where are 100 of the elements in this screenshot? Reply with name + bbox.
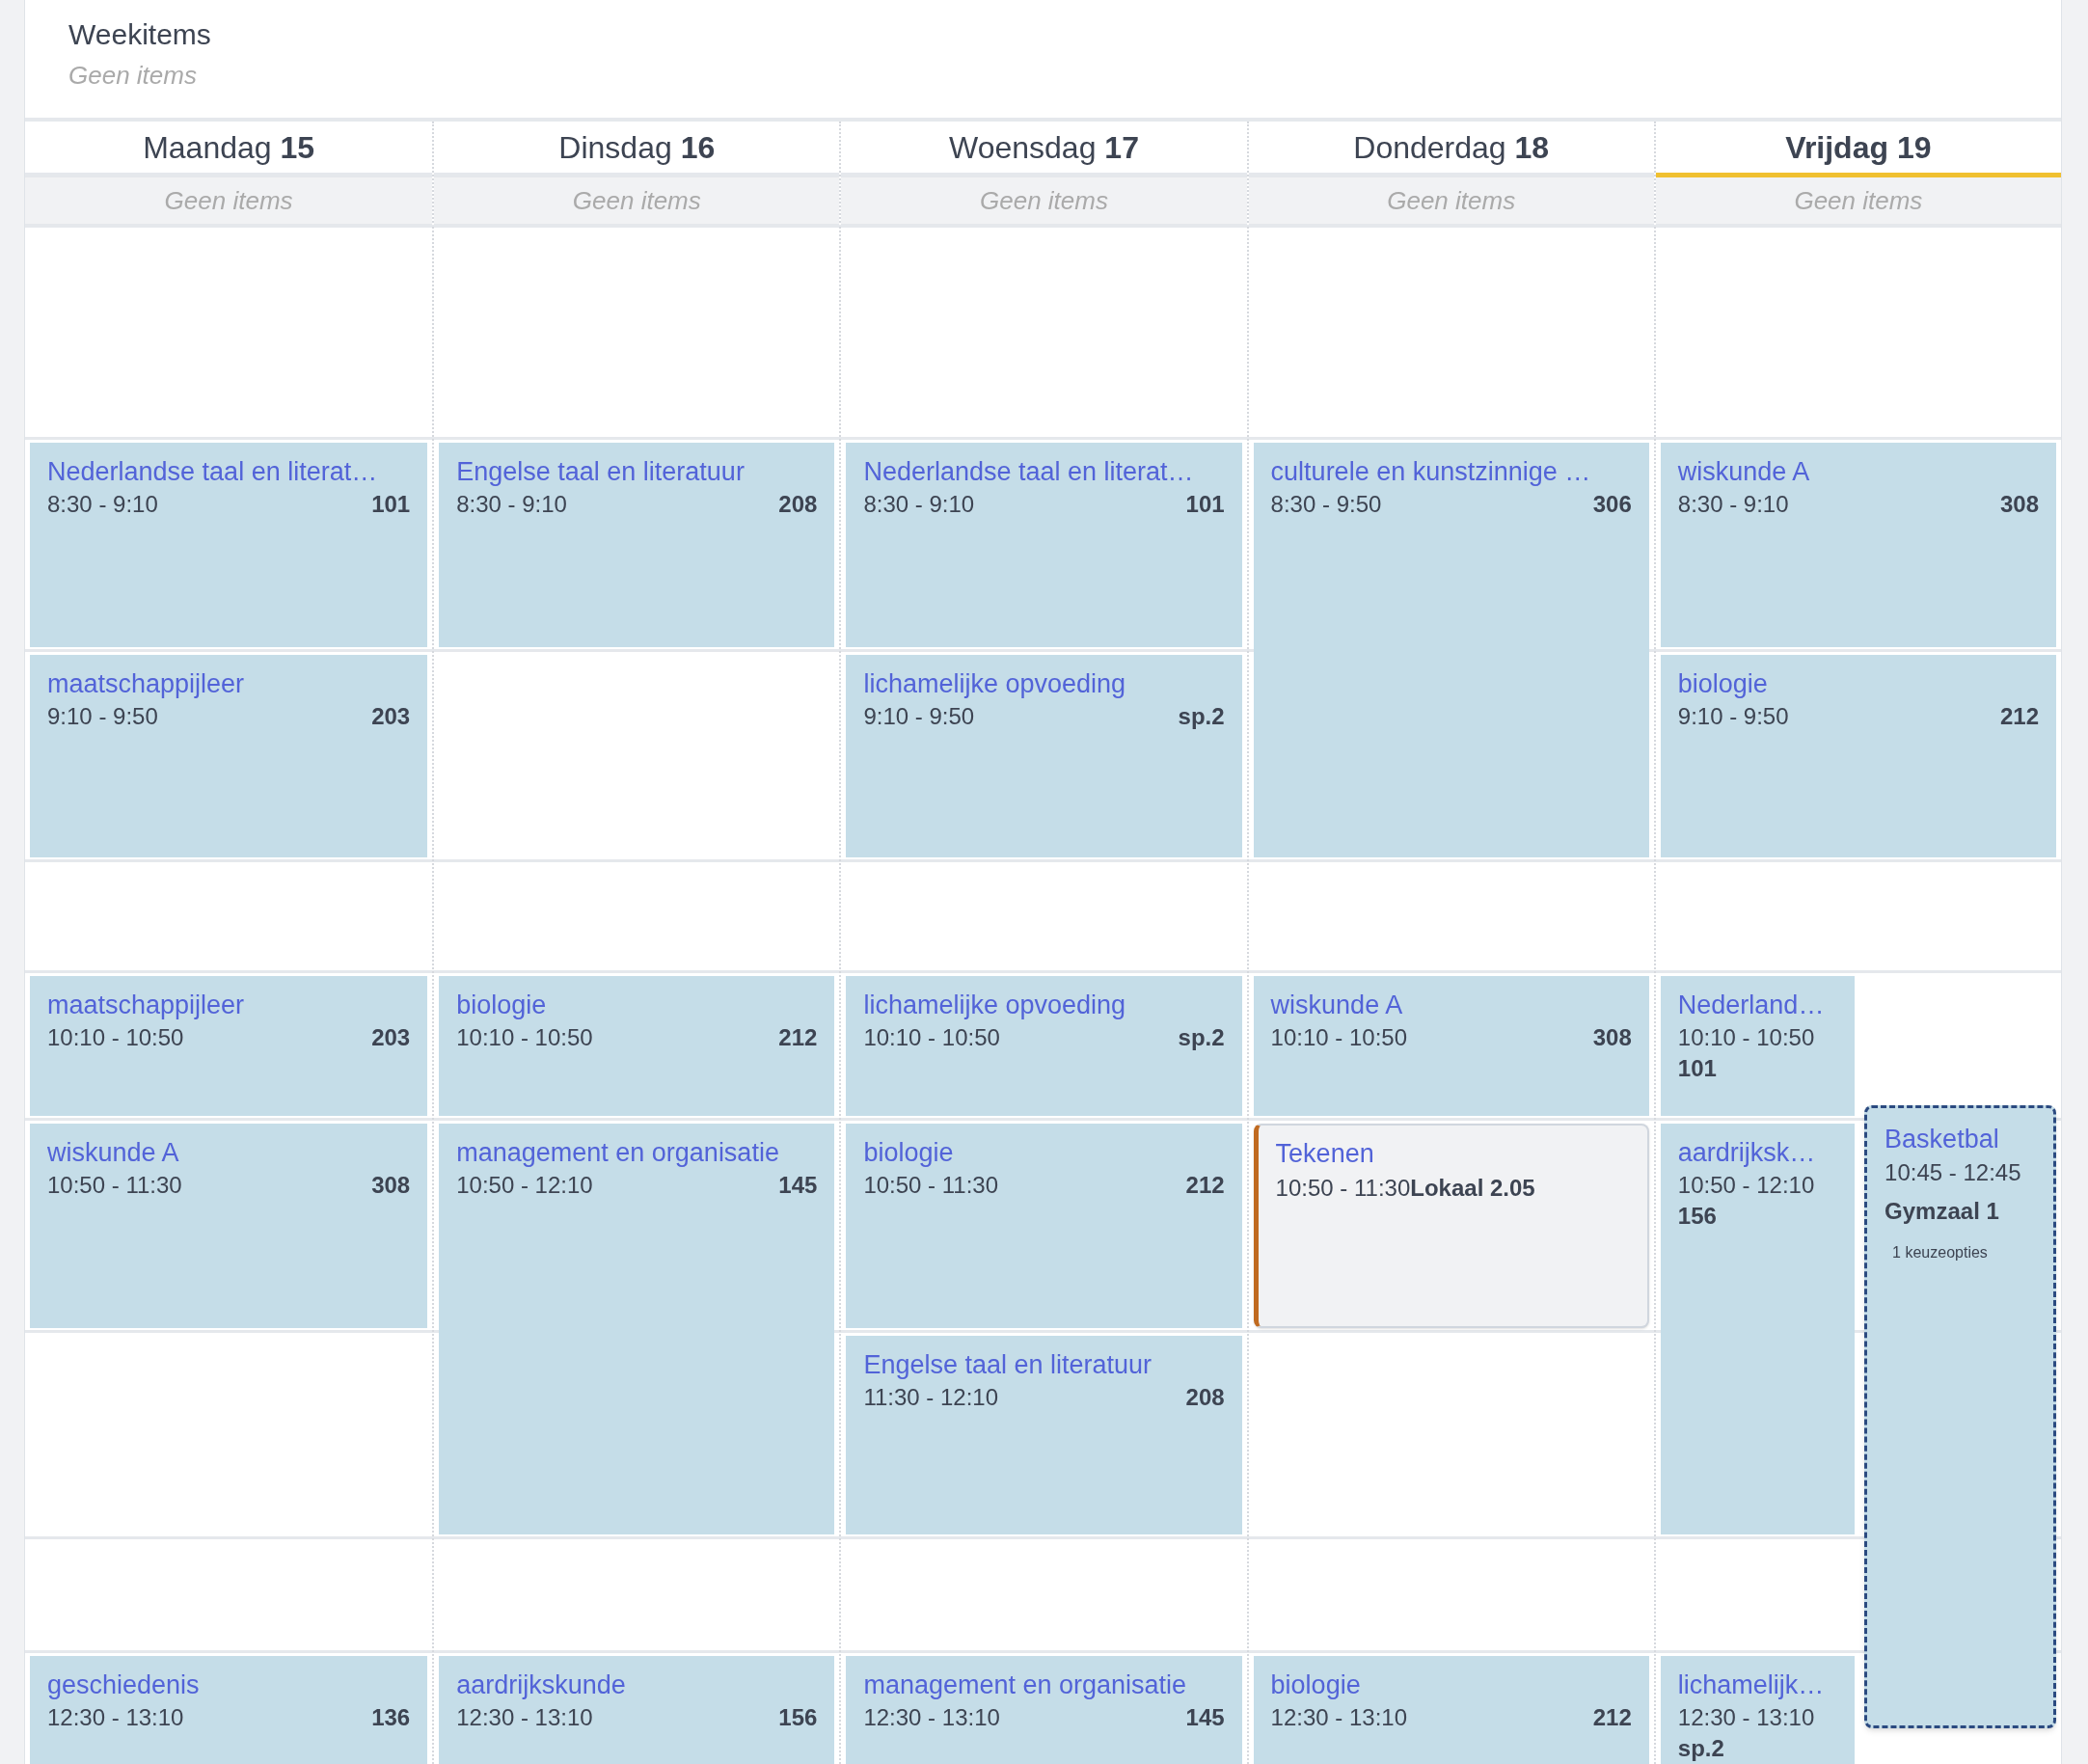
lesson-card[interactable]: Engelse taal en literatuur 11:30 - 12:10 208	[846, 1336, 1242, 1534]
lesson-time: 12:30 - 13:10	[47, 1703, 184, 1732]
lesson-card[interactable]: lichamelijke opvoeding 10:10 - 10:50 sp.2	[846, 976, 1242, 1116]
lesson-title: lichamelijke opvoeding	[863, 668, 1127, 700]
room-number: 203	[371, 1023, 411, 1052]
lesson-title: aardrijksk…	[1677, 1137, 1817, 1169]
room-number: 208	[778, 490, 818, 519]
lesson-time: 8:30 - 9:50	[1270, 490, 1382, 519]
activity-time: 10:45 - 12:45	[1885, 1157, 2022, 1187]
lesson-card[interactable]: management en organisatie 10:50 - 12:10 145	[439, 1124, 835, 1534]
lesson-time: 10:10 - 10:50	[1270, 1023, 1408, 1052]
lesson-title: wiskunde A	[47, 1137, 180, 1169]
lesson-card[interactable]: aardrijkskunde 12:30 - 13:10 156	[439, 1656, 835, 1764]
lesson-title: biologie	[456, 990, 548, 1021]
lesson-title: Nederland…	[1677, 990, 1826, 1021]
lesson-time: 11:30 - 12:10	[863, 1383, 999, 1412]
room-number: 136	[371, 1703, 411, 1732]
lesson-time: 8:30 - 9:10	[863, 490, 975, 519]
lesson-time: 12:30 - 13:10	[863, 1703, 1000, 1732]
room-number: 101	[1677, 1054, 1717, 1083]
lesson-title: biologie	[863, 1137, 955, 1169]
empty-message: Geen items	[164, 184, 293, 217]
lesson-title: Engelse taal en literatuur	[863, 1349, 1153, 1381]
lesson-time: 9:10 - 9:50	[1677, 702, 1789, 731]
lesson-title: aardrijkskunde	[456, 1669, 627, 1701]
appointment-time: 10:50 - 11:30	[1275, 1174, 1411, 1203]
lesson-card[interactable]: Nederlandse taal en literat… 8:30 - 9:10 101	[30, 443, 428, 647]
empty-message: Geen items	[1387, 184, 1516, 217]
room-number: 306	[1592, 490, 1632, 519]
room-number: 101	[371, 490, 411, 519]
appointment-title: Tekenen	[1275, 1138, 1375, 1170]
lesson-title: lichamelijk…	[1677, 1669, 1826, 1701]
lesson-time: 12:30 - 13:10	[456, 1703, 593, 1732]
empty-message: Geen items	[1794, 184, 1923, 217]
lesson-time: 10:50 - 11:30	[863, 1171, 999, 1200]
lesson-title: biologie	[1270, 1669, 1362, 1701]
room-number: 208	[1185, 1383, 1225, 1412]
empty-message: Geen items	[980, 184, 1108, 217]
activity-location: Gymzaal 1	[1885, 1196, 2000, 1226]
lesson-card[interactable]: wiskunde A 8:30 - 9:10 308	[1660, 443, 2056, 647]
lesson-title: wiskunde A	[1677, 456, 1811, 488]
lesson-card[interactable]: Nederland… 10:10 - 10:50 101	[1660, 976, 1855, 1116]
lesson-title: wiskunde A	[1270, 990, 1404, 1021]
lesson-time: 8:30 - 9:10	[456, 490, 567, 519]
lesson-card[interactable]: biologie 10:50 - 11:30 212	[846, 1124, 1242, 1328]
lesson-title: geschiedenis	[47, 1669, 201, 1701]
lesson-card[interactable]: lichamelijke opvoeding 9:10 - 9:50 sp.2	[846, 655, 1242, 857]
lesson-card[interactable]: biologie 12:30 - 13:10 212	[1253, 1656, 1649, 1764]
lesson-title: Nederlandse taal en literat…	[863, 456, 1195, 488]
room-number: 212	[1592, 1703, 1632, 1732]
lesson-time: 10:50 - 11:30	[47, 1171, 182, 1200]
lesson-card[interactable]: Engelse taal en literatuur 8:30 - 9:10 208	[439, 443, 835, 647]
room-number: 212	[1999, 702, 2039, 731]
lesson-card[interactable]: maatschappijleer 9:10 - 9:50 203	[30, 655, 428, 857]
lesson-card[interactable]: wiskunde A 10:10 - 10:50 308	[1253, 976, 1649, 1116]
room-number: sp.2	[1178, 702, 1225, 731]
lesson-time: 12:30 - 13:10	[1677, 1703, 1815, 1732]
lesson-time: 10:10 - 10:50	[47, 1023, 184, 1052]
lesson-time: 10:50 - 12:10	[456, 1171, 593, 1200]
lesson-card[interactable]: lichamelijk… 12:30 - 13:10 sp.2	[1660, 1656, 1855, 1764]
room-number: 101	[1185, 490, 1225, 519]
lesson-card[interactable]: maatschappijleer 10:10 - 10:50 203	[30, 976, 428, 1116]
activity-title: Basketbal	[1885, 1123, 2000, 1155]
choice-options-note: 1 keuzeopties	[1892, 1242, 1989, 1262]
lesson-card[interactable]: biologie 10:10 - 10:50 212	[439, 976, 835, 1116]
lesson-time: 10:50 - 12:10	[1677, 1171, 1815, 1200]
room-number: 203	[371, 702, 411, 731]
room-number: 308	[1592, 1023, 1632, 1052]
room-number: 308	[371, 1171, 411, 1200]
lesson-card[interactable]: biologie 9:10 - 9:50 212	[1660, 655, 2056, 857]
lesson-title: Engelse taal en literatuur	[456, 456, 746, 488]
room-number: sp.2	[1677, 1734, 1724, 1763]
lesson-card[interactable]: geschiedenis 12:30 - 13:10 136	[30, 1656, 428, 1764]
lesson-card[interactable]: management en organisatie 12:30 - 13:10 145	[846, 1656, 1242, 1764]
lesson-title: Nederlandse taal en literat…	[47, 456, 379, 488]
lesson-time: 12:30 - 13:10	[1270, 1703, 1408, 1732]
lesson-title: lichamelijke opvoeding	[863, 990, 1127, 1021]
lesson-time: 10:10 - 10:50	[863, 1023, 1000, 1052]
room-number: 308	[1999, 490, 2039, 519]
lesson-card[interactable]: aardrijksk… 10:50 - 12:10 156	[1660, 1124, 1855, 1534]
lesson-time: 9:10 - 9:50	[47, 702, 158, 731]
empty-message: Geen items	[68, 60, 198, 92]
lesson-time: 10:10 - 10:50	[1677, 1023, 1815, 1052]
empty-message: Geen items	[572, 184, 701, 217]
lesson-card[interactable]: Nederlandse taal en literat… 8:30 - 9:10 101	[846, 443, 1242, 647]
section-title: Weekitems	[68, 17, 212, 52]
lesson-title: management en organisatie	[456, 1137, 780, 1169]
room-number: 145	[778, 1171, 818, 1200]
lesson-card[interactable]: wiskunde A 10:50 - 11:30 308	[30, 1124, 428, 1328]
lesson-time: 8:30 - 9:10	[1677, 490, 1789, 519]
room-number: 212	[1185, 1171, 1225, 1200]
appointment-card[interactable]: Tekenen 10:50 - 11:30Lokaal 2.05	[1253, 1124, 1649, 1328]
lesson-title: maatschappijleer	[47, 668, 246, 700]
lesson-card[interactable]: culturele en kunstzinnige … 8:30 - 9:50 306	[1253, 443, 1649, 857]
activity-card[interactable]: Basketbal 10:45 - 12:45 Gymzaal 1 1 keuzeopties	[1864, 1104, 2056, 1728]
room-number: 212	[778, 1023, 818, 1052]
lesson-title: culturele en kunstzinnige …	[1270, 456, 1592, 488]
room-name: Lokaal 2.05	[1410, 1174, 1535, 1203]
room-number: 156	[778, 1703, 818, 1732]
lesson-title: biologie	[1677, 668, 1769, 700]
